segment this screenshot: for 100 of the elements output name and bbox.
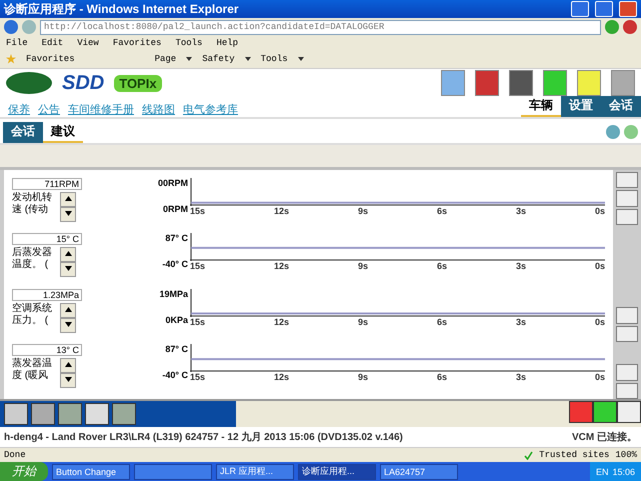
main-tab[interactable]: 车辆 <box>521 96 561 117</box>
nav-link[interactable]: 车间维修手册 <box>68 102 134 117</box>
status-text: Done <box>4 450 26 460</box>
menu-item[interactable]: Favorites <box>112 38 162 48</box>
toolbar-button[interactable] <box>4 403 28 425</box>
time-tick: 9s <box>358 372 368 382</box>
time-tick: 9s <box>358 261 368 272</box>
up-arrow-icon <box>64 251 72 256</box>
up-arrow-icon <box>64 196 72 201</box>
topix-button[interactable]: TOPIx <box>114 74 162 92</box>
time-tick: 0s <box>594 316 605 326</box>
zoom-level[interactable]: 100% <box>615 450 637 460</box>
axis-label: -40° C <box>162 259 188 270</box>
reading-field: 13° C <box>12 344 82 356</box>
time-tick: 6s <box>436 206 447 216</box>
time-tick: 3s <box>516 261 526 272</box>
time-tick: 15s <box>190 372 206 382</box>
nav-link[interactable]: 保养 <box>8 102 30 117</box>
brand-logo: SDD <box>62 72 104 94</box>
up-button[interactable] <box>60 358 76 373</box>
channel-name: 发动机转速 (传动 <box>12 192 53 217</box>
menu-item[interactable]: View <box>77 38 99 48</box>
session-status: h-deng4 - Land Rover LR3\LR4 (L319) 624757 - 12 九月 2013 15:06 (DVD135.02 v.146) <box>4 430 403 444</box>
axis-label: 0RPM <box>162 204 188 214</box>
vcm-status: VCM 已连接。 <box>572 430 637 444</box>
time-tick: 15s <box>190 261 206 272</box>
menu-item[interactable]: Help <box>216 38 238 48</box>
axis-label: -40° C <box>162 370 188 380</box>
caret-icon <box>244 57 251 61</box>
command-menu[interactable]: Tools <box>260 54 288 64</box>
nav-link[interactable]: 电气参考库 <box>183 102 238 117</box>
maximize-button[interactable] <box>595 1 613 17</box>
down-button[interactable] <box>60 262 76 278</box>
caret-icon <box>298 57 304 61</box>
time-tick: 12s <box>274 316 290 326</box>
back-button[interactable] <box>4 20 18 34</box>
toolbar-button[interactable] <box>31 403 55 425</box>
sub-tab[interactable]: 建议 <box>43 122 83 143</box>
time-tick: 3s <box>516 372 526 382</box>
taskbar-button[interactable]: LA624757 <box>380 464 458 480</box>
zone-text: Trusted sites <box>539 450 610 460</box>
time-tick: 6s <box>436 316 447 326</box>
time-tick: 0s <box>594 372 605 382</box>
toolbar-button[interactable] <box>58 403 82 425</box>
time-tick: 15s <box>190 316 206 326</box>
nav-link[interactable]: 线路图 <box>142 102 175 117</box>
up-arrow-icon <box>64 362 72 367</box>
down-button[interactable] <box>60 318 76 332</box>
address-field[interactable]: http://localhost:8080/pal2_launch.action?candidateId=DATALOGGER <box>40 20 601 34</box>
sub-tab[interactable]: 会话 <box>3 122 43 143</box>
toolbar-button[interactable] <box>112 403 136 425</box>
menu-item[interactable]: Edit <box>42 38 64 48</box>
taskbar-button[interactable]: JLR 应用程... <box>216 464 294 480</box>
command-menu[interactable]: Safety <box>202 54 235 64</box>
minimize-button[interactable] <box>571 1 589 17</box>
down-button[interactable] <box>60 207 76 222</box>
star-icon <box>6 54 16 64</box>
down-arrow-icon <box>64 322 72 326</box>
command-menu[interactable]: Page <box>154 54 176 64</box>
axis-label: 19MPa <box>159 288 188 298</box>
start-button[interactable]: 开始 <box>0 462 48 481</box>
channel-name: 蒸发器温度 (暖风 <box>12 358 53 383</box>
taskbar-button[interactable]: 诊断应用程... <box>298 464 376 480</box>
toolbar-icon[interactable] <box>509 70 533 96</box>
clock: 15:06 <box>612 466 635 476</box>
time-tick: 6s <box>436 372 447 382</box>
toolbar-icon[interactable] <box>577 70 601 96</box>
close-button[interactable] <box>619 1 637 17</box>
time-tick: 6s <box>436 261 447 272</box>
menu-item[interactable]: File <box>6 38 28 48</box>
up-button[interactable] <box>60 247 76 262</box>
down-arrow-icon <box>64 211 72 216</box>
nav-link[interactable]: 公告 <box>38 102 60 117</box>
refresh-button[interactable] <box>605 20 619 34</box>
oval-logo-icon <box>6 72 52 94</box>
taskbar-button[interactable]: Button Change <box>52 464 130 480</box>
up-button[interactable] <box>60 192 76 207</box>
channel-name: 空调系统压力。 ( <box>12 302 53 328</box>
taskbar-button[interactable] <box>134 464 212 480</box>
time-tick: 12s <box>274 261 290 272</box>
up-button[interactable] <box>60 302 76 318</box>
main-tab[interactable]: 会话 <box>601 96 641 117</box>
time-tick: 0s <box>594 206 605 216</box>
time-tick: 15s <box>190 206 206 216</box>
window-title: 诊断应用程序 - Windows Internet Explorer <box>4 0 239 18</box>
down-arrow-icon <box>64 376 72 382</box>
favorites-button[interactable]: Favorites <box>26 54 75 64</box>
toolbar-button[interactable] <box>85 403 109 425</box>
time-tick: 9s <box>358 316 368 326</box>
menu-item[interactable]: Tools <box>175 38 202 48</box>
main-tab[interactable]: 设置 <box>561 96 601 117</box>
down-button[interactable] <box>60 372 76 388</box>
time-tick: 12s <box>274 206 290 216</box>
reading-field: 711RPM <box>12 178 82 190</box>
check-icon <box>524 450 534 460</box>
time-tick: 3s <box>516 206 526 216</box>
reading-field: 1.23MPa <box>12 288 82 300</box>
channel-name: 后蒸发器温度。 ( <box>12 247 53 272</box>
stop-button[interactable] <box>623 20 637 34</box>
time-tick: 0s <box>594 261 605 272</box>
